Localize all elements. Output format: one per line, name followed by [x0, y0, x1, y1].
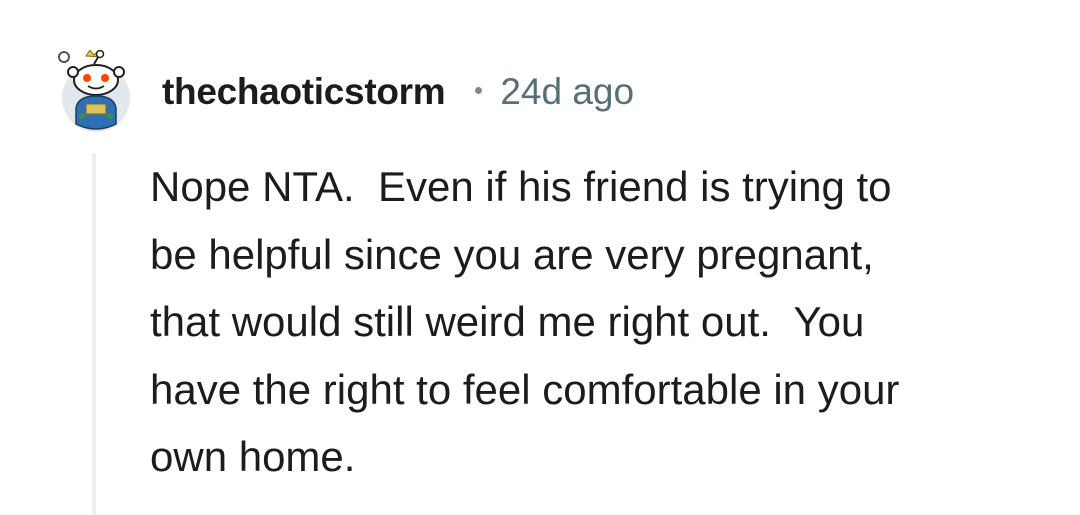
separator-dot [475, 86, 483, 94]
snoo-avatar-icon [58, 50, 130, 132]
comment-body: Nope NTA. Even if his friend is trying t… [150, 153, 1030, 491]
comment: thechaoticstorm 24d ago Nope NTA. Even i… [0, 0, 1080, 515]
author-username[interactable]: thechaoticstorm [162, 71, 446, 113]
comment-header: thechaoticstorm 24d ago [162, 66, 634, 118]
comment-body-line: have the right to feel comfortable in yo… [150, 365, 900, 413]
comment-body-line: be helpful since you are very pregnant, [150, 230, 874, 278]
comment-timestamp[interactable]: 24d ago [500, 71, 634, 113]
comment-body-line: Nope NTA. Even if his friend is trying t… [150, 163, 892, 210]
comment-body-line: own home. [150, 433, 356, 480]
comment-body-line: that would still weird me right out. You [150, 298, 865, 345]
thread-collapse-line[interactable] [92, 153, 96, 515]
user-avatar[interactable] [56, 50, 134, 132]
